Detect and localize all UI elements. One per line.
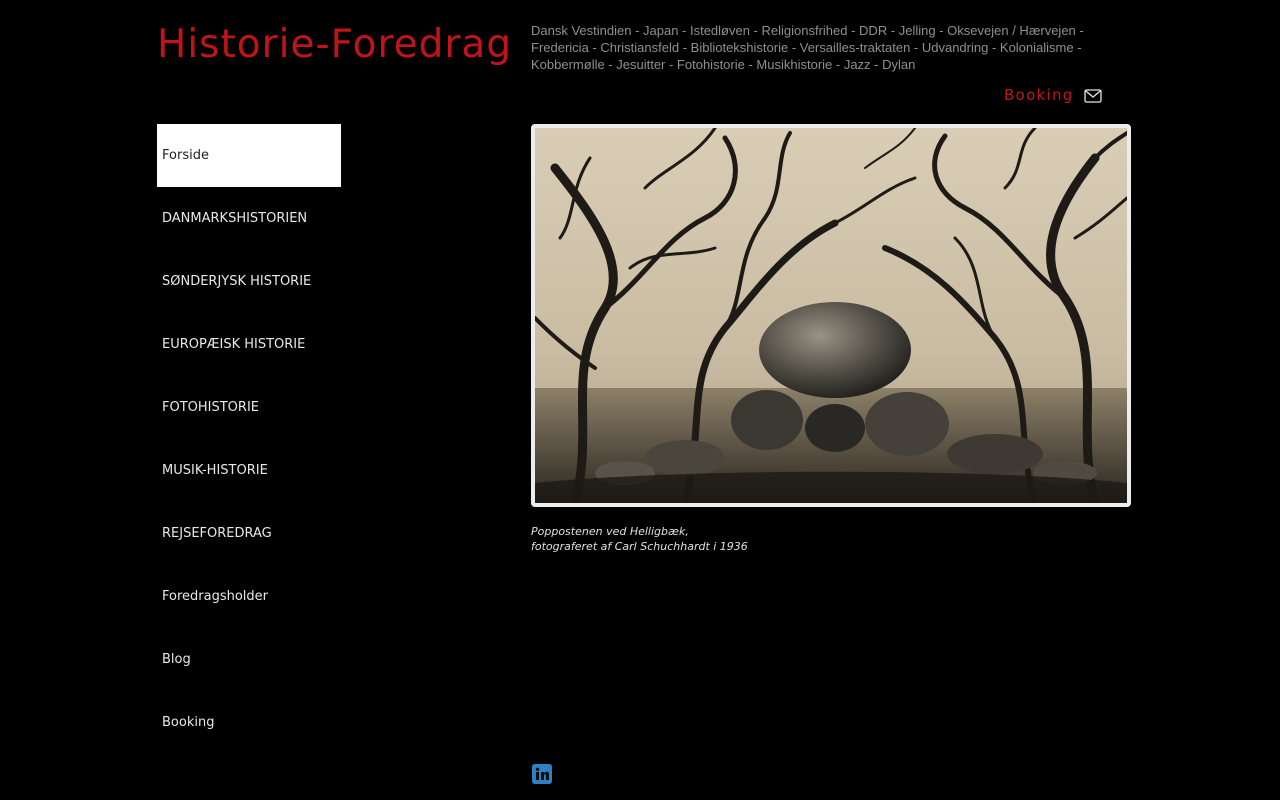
sidebar-item-rejseforedrag[interactable]: REJSEFOREDRAG [157, 502, 341, 565]
caption-line-1: Poppostenen ved Helligbæk, [531, 525, 689, 538]
topics-tagline: Dansk Vestindien - Japan - Istedløven - … [531, 23, 1084, 72]
booking-header-link[interactable]: Booking [1004, 84, 1102, 106]
sidebar-item-europaeisk-historie[interactable]: EUROPÆISK HISTORIE [157, 313, 341, 376]
site-title[interactable]: Historie-Foredrag [157, 20, 512, 70]
sidebar-item-forside[interactable]: Forside [157, 124, 341, 187]
caption-line-2: fotograferet af Carl Schuchhardt i 1936 [531, 540, 748, 553]
booking-header-label: Booking [1004, 86, 1074, 104]
page: Historie-Foredrag Dansk Vestindien - Jap… [0, 0, 1280, 800]
sidebar-item-musik-historie[interactable]: MUSIK-HISTORIE [157, 439, 341, 502]
photo-caption: Poppostenen ved Helligbæk, fotograferet … [531, 524, 748, 554]
hero-photo [531, 124, 1131, 507]
sidebar-item-fotohistorie[interactable]: FOTOHISTORIE [157, 376, 341, 439]
mail-icon [1083, 88, 1102, 103]
sidebar-item-booking[interactable]: Booking [157, 691, 341, 754]
sidebar-item-sonderjysk-historie[interactable]: SØNDERJYSK HISTORIE [157, 250, 341, 313]
sidebar-nav: Forside DANMARKSHISTORIEN SØNDERJYSK HIS… [157, 124, 341, 754]
sidebar-item-foredragsholder[interactable]: Foredragsholder [157, 565, 341, 628]
sidebar-item-blog[interactable]: Blog [157, 628, 341, 691]
dolmen-photo-illustration [535, 128, 1127, 503]
linkedin-icon[interactable] [532, 764, 552, 784]
sidebar-item-danmarkshistorien[interactable]: DANMARKSHISTORIEN [157, 187, 341, 250]
